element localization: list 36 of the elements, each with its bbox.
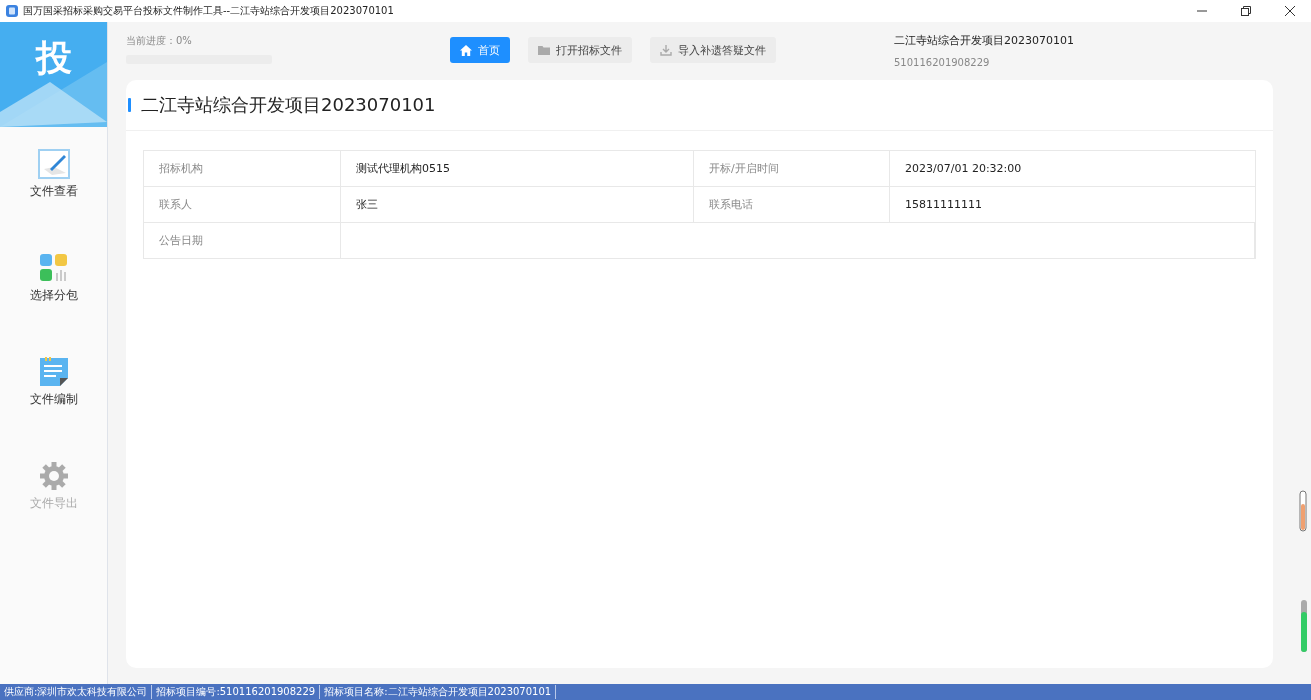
status-item: 供应商:深圳市欢太科技有限公司: [0, 685, 153, 699]
level-bar-icon: [1300, 600, 1308, 652]
status-item: 招标项目名称:二江寺站综合开发项目2023070101: [320, 685, 557, 699]
toolbar-button[interactable]: 打开招标文件: [528, 37, 632, 63]
field-label: 招标机构: [159, 161, 203, 176]
gear-icon: [37, 461, 70, 491]
field-label: 公告日期: [159, 233, 203, 248]
card-title: 二江寺站综合开发项目2023070101: [141, 93, 436, 117]
status-item: 招标项目编号:510116201908229: [152, 685, 321, 699]
sidebar-item[interactable]: 文件编制: [29, 357, 78, 439]
project-name: 二江寺站综合开发项目2023070101: [894, 33, 1074, 48]
window-title: 国万国采招标采购交易平台投标文件制作工具--二江寺站综合开发项目2023070101: [23, 4, 394, 18]
sidebar-item[interactable]: 文件查看: [29, 149, 78, 231]
pencil-paper-icon: [37, 149, 70, 179]
logo-text: 投: [35, 36, 72, 80]
progress-label: 当前进度：0%: [126, 34, 193, 48]
field-label: 联系人: [159, 197, 192, 212]
grid-blocks-icon: [37, 253, 70, 283]
sidebar-item[interactable]: 选择分包: [29, 253, 78, 335]
field-value: 张三: [356, 197, 378, 212]
field-value: 15811111111: [905, 198, 982, 211]
field-label: 联系电话: [709, 197, 753, 212]
toolbar-button[interactable]: 导入补遗答疑文件: [650, 37, 776, 63]
note-icon: [37, 357, 70, 387]
close-icon[interactable]: [1285, 6, 1295, 16]
field-value: 2023/07/01 20:32:00: [905, 162, 1022, 175]
field-label: 开标/开启时间: [709, 161, 779, 176]
download-icon: [660, 44, 672, 56]
folder-icon: [538, 45, 550, 55]
home-icon: [460, 44, 472, 56]
project-code: 510116201908229: [894, 57, 991, 68]
restore-icon[interactable]: [1241, 6, 1251, 16]
app-icon: [6, 5, 18, 17]
title-marker: [128, 98, 131, 112]
gauge-icon: [1299, 490, 1307, 532]
field-value: 测试代理机构0515: [356, 161, 450, 176]
